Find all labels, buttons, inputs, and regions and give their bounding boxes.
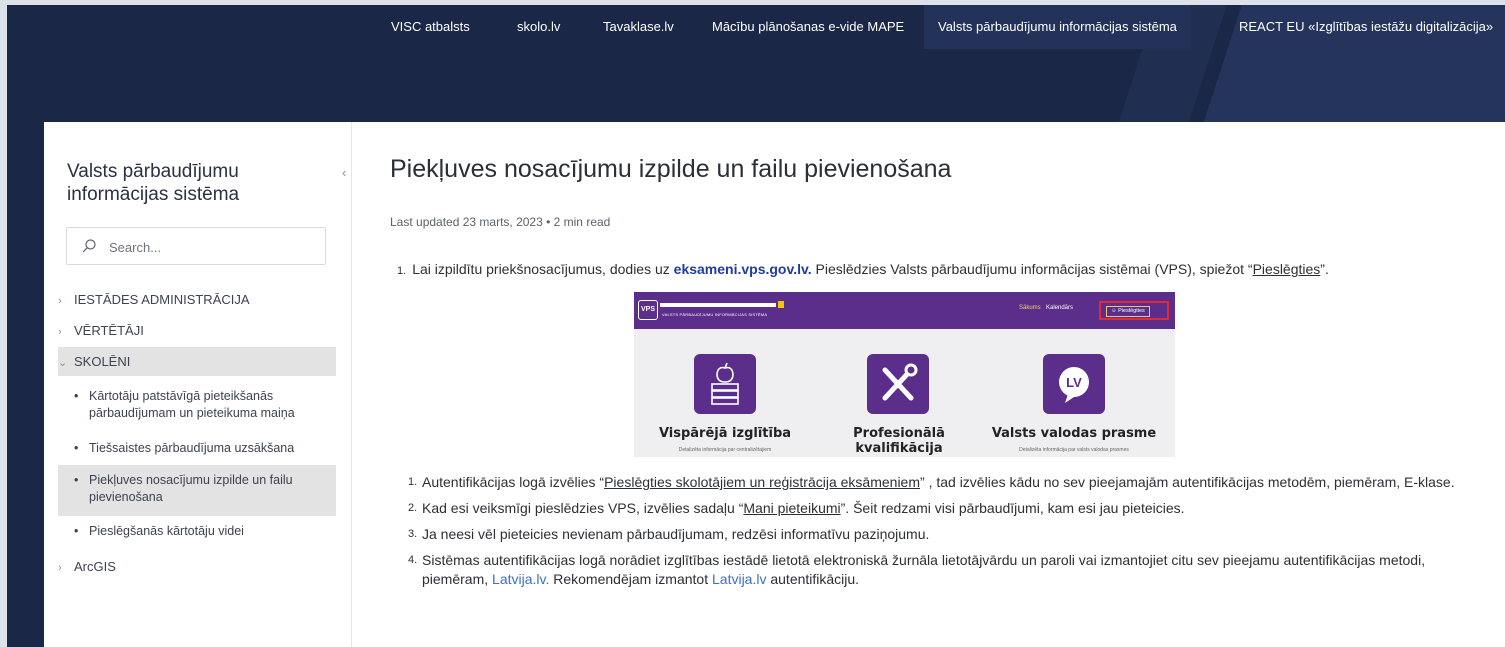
eksameni-link[interactable]: eksameni.vps.gov.lv. [674,261,812,277]
vps-login-button: ☺ Pieslēgties [1106,306,1150,317]
bullet-icon: • [74,524,79,538]
list-number: 1. [397,265,407,277]
top-navigation: VISC atbalsts skolo.lv Tavaklase.lv Mācī… [7,5,1505,49]
list-item: 3. Ja neesi vēl pieteicies nevienam pārba… [397,525,1477,544]
lv-speech-icon: LV [1043,354,1105,414]
tile-subtitle: Detalizēta informācija par valsts valoda… [1019,447,1129,453]
list-number: 2. [408,502,418,514]
sidebar-item-label: ArcGIS [74,559,116,574]
page-frame: VISC atbalsts skolo.lv Tavaklase.lv Mācī… [7,5,1505,647]
bullet-icon: • [74,473,79,487]
sidebar-item-label: SKOLĒNI [74,354,131,369]
sidebar-item-label: IESTĀDES ADMINISTRĀCIJA [74,292,250,307]
vps-subtitle: VALSTS PĀRBAUDĪJUMU INFORMĀCIJAS SISTĒMA [662,312,768,317]
lv-speech-icon: LV [1059,367,1089,403]
vps-login-label: Pieslēgties [1118,308,1145,314]
mani-pieteikumi-link[interactable]: Mani pieteikumi [743,500,840,516]
list-item: 1. Autentifikācijas logā izvēlies “Pieslē… [397,473,1477,492]
article-meta: Last updated 23 marts, 2023 • 2 min read [390,215,611,229]
vps-login-highlight: ☺ Pieslēgties [1099,301,1169,320]
vps-logo-bar [660,303,776,307]
pieslegties-skolotajiem-link[interactable]: Pieslēgties skolotājiem un reģistrācija … [604,474,920,490]
chevron-down-icon: ⌄ [58,357,68,369]
search-icon [82,239,96,253]
bullet-icon: • [74,441,79,455]
page-title: Piekļuves nosacījumu izpilde un failu pi… [390,155,952,183]
vps-nav-calendar: Kalendārs [1046,305,1074,311]
vps-header: VPS VALSTS PĀRBAUDĪJUMU INFORMĀCIJAS SIS… [634,292,1175,329]
tools-icon [867,354,929,414]
apple-books-icon [711,362,739,405]
article: Piekļuves nosacījumu izpilde un failu pi… [352,122,1505,647]
step-intro: 1. Lai izpildītu priekšnosacījumus, dodie… [397,261,1329,277]
sidebar-subitem-piekluves[interactable]: • Piekļuves nosacījumu izpilde un failu … [58,465,336,516]
tools-icon [882,363,918,401]
nav-link-mape[interactable]: Mācību plānošanas e-vide MAPE [712,5,904,49]
list-number: 1. [408,476,418,488]
sidebar-subitem-pieteiksanas[interactable]: • Kārtotāju patstāvīgā pieteikšanās pārb… [58,388,336,422]
sidebar-item-vertetaji[interactable]: › VĒRTĒTĀJI [58,316,336,345]
sidebar-subitem-tiessaistes[interactable]: • Tiešsaistes pārbaudījuma uzsākšana [58,440,336,457]
sidebar-subitem-label: Kārtotāju patstāvīgā pieteikšanās pārbau… [89,389,295,420]
text: autentifikāciju. [766,571,860,587]
sidebar-title: Valsts pārbaudījumu informācijas sistēma [67,161,240,205]
vps-logo: VPS [638,300,658,320]
text: Rekomendējam izmantot [549,571,712,587]
sidebar-item-label: VĒRTĒTĀJI [74,323,144,338]
nav-link-skolo[interactable]: skolo.lv [517,5,560,49]
list-number: 4. [408,554,418,566]
nav-link-tavaklase[interactable]: Tavaklase.lv [603,5,674,49]
apple-books-icon [694,354,756,414]
nav-link-vpis[interactable]: Valsts pārbaudījumu informācijas sistēma [924,5,1191,49]
search-box[interactable] [66,227,326,266]
text: Autentifikācijas logā izvēlies “ [422,474,605,490]
sidebar-item-skoleni[interactable]: ⌄ SKOLĒNI [58,347,336,376]
text: ” , tad izvēlies kādu no sev pieejamajām… [920,474,1455,490]
sidebar-subitem-label: Pieslēgšanās kārtotāju videi [89,524,244,538]
tile-title: Vispārējā izglītība [658,426,792,441]
vps-logo-accent [778,301,784,308]
list-number: 3. [408,528,418,540]
tile-subtitle: Detalizēta informācija par centralizētaj… [678,447,772,453]
svg-text:LV: LV [1066,375,1082,390]
text: ”. [1320,261,1329,277]
chevron-right-icon: › [58,326,62,338]
sidebar-subitem-label: Piekļuves nosacījumu izpilde un failu pi… [89,473,293,504]
text: Ja neesi vēl pieteicies nevienam pārbaud… [422,526,930,542]
text: Pieslēdzies Valsts pārbaudījumu informāc… [811,261,1253,277]
vps-screenshot: VPS VALSTS PĀRBAUDĪJUMU INFORMĀCIJAS SIS… [634,292,1175,457]
chevron-right-icon: › [58,295,62,307]
latvija-lv-link[interactable]: Latvija.lv. [492,571,549,587]
latvija-lv-link[interactable]: Latvija.lv [712,571,766,587]
vps-nav-home: Sākums [1019,305,1041,311]
nav-link-visc[interactable]: VISC atbalsts [391,5,470,49]
tile-title: Valsts valodas prasme [991,426,1157,441]
pieslegties-link[interactable]: Pieslēgties [1253,261,1321,277]
sidebar-subitem-label: Tiešsaistes pārbaudījuma uzsākšana [89,441,295,455]
collapse-sidebar-icon[interactable]: ‹ [342,165,346,180]
chevron-right-icon: › [58,562,62,574]
sidebar-subitem-piesleganas[interactable]: • Pieslēgšanās kārtotāju videi [58,523,336,540]
sidebar-item-iestades-administracija[interactable]: › IESTĀDES ADMINISTRĀCIJA [58,285,336,314]
list-item: 4. Sistēmas autentifikācijas logā norādie… [397,551,1477,589]
sidebar: Valsts pārbaudījumu informācijas sistēma… [44,122,352,647]
list-item: 2. Kad esi veiksmīgi pieslēdzies VPS, izv… [397,499,1477,518]
text: Lai izpildītu priekšnosacījumus, dodies … [412,261,674,277]
text: ”. Šeit redzami visi pārbaudījumi, kam e… [840,500,1185,516]
bullet-icon: • [74,389,79,403]
search-input[interactable] [107,228,311,266]
sidebar-item-arcgis[interactable]: › ArcGIS [58,552,336,581]
text: Kad esi veiksmīgi pieslēdzies VPS, izvēl… [422,500,744,516]
tile-title: Profesionālā kvalifikācija [853,426,945,456]
steps-list: 1. Autentifikācijas logā izvēlies “Pieslē… [397,473,1477,596]
nav-link-react-eu[interactable]: REACT EU «Izglītības iestāžu digitalizāc… [1239,5,1493,49]
